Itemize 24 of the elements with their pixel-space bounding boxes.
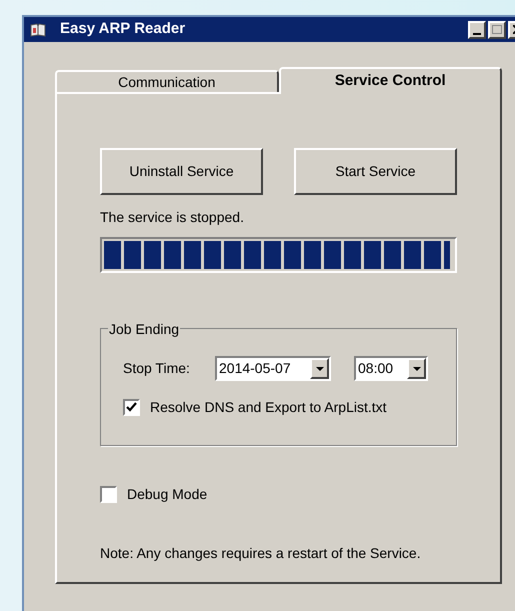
minimize-icon (473, 32, 481, 34)
service-button[interactable]: Start Service (294, 148, 457, 195)
checkmark-icon (126, 402, 137, 413)
time-dropdown[interactable]: 08:00 (354, 356, 428, 381)
maximize-icon (492, 25, 502, 34)
checkbox[interactable] (123, 399, 140, 416)
dropdown-button[interactable] (407, 358, 426, 379)
checkbox-label: Resolve DNS and Export to ArpList.txt (150, 398, 387, 417)
window-title: Easy ARP Reader (60, 19, 186, 40)
caret-icon (412, 366, 420, 370)
tab[interactable]: Service Control (278, 67, 502, 94)
stop-time-label: Stop Time: (123, 359, 191, 378)
date-dropdown[interactable]: 2014-05-07 (215, 356, 331, 381)
status-text: The service is stopped. (100, 208, 245, 227)
tab[interactable]: Communication (55, 70, 278, 92)
checkbox-label: Debug Mode (127, 485, 208, 504)
dropdown-button[interactable] (310, 358, 329, 379)
service-button[interactable]: Uninstall Service (100, 148, 263, 195)
caret-icon (316, 366, 324, 370)
minimize-button[interactable] (468, 20, 486, 38)
note-text: Note: Any changes requires a restart of the Service. (100, 544, 422, 563)
book-icon (30, 22, 46, 36)
maximize-button[interactable] (488, 20, 506, 38)
checkbox[interactable] (100, 486, 117, 503)
